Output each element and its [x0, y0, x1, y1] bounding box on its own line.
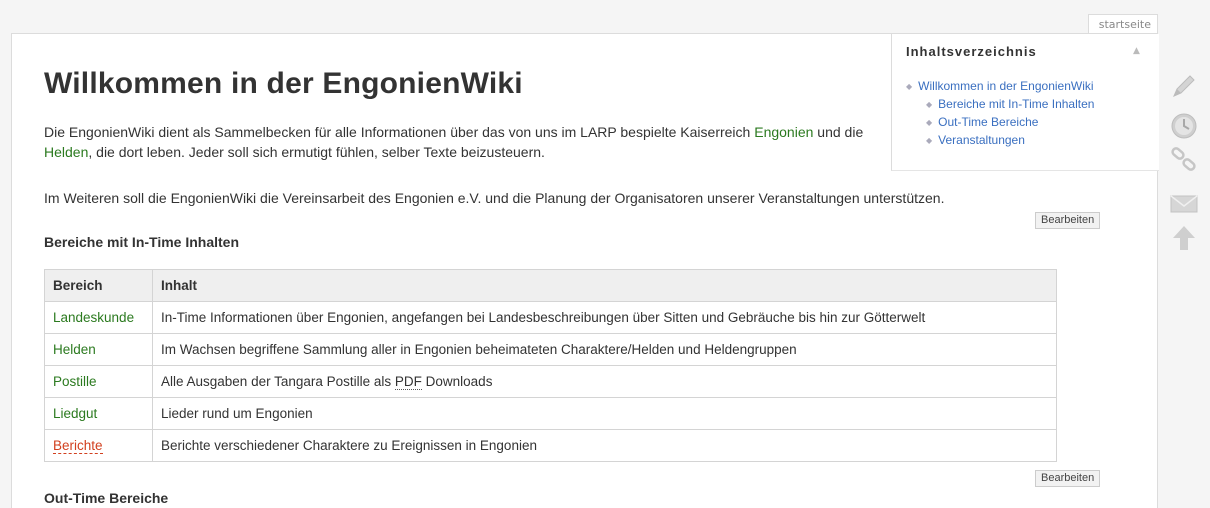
page-content: Inhaltsverzeichnis ▲ ◆ Willkommen in der … [11, 33, 1159, 508]
link-helden-table[interactable]: Helden [53, 342, 96, 357]
link-berichte[interactable]: Berichte [53, 438, 103, 454]
table-cell: Berichte verschiedener Charaktere zu Ere… [152, 429, 1057, 462]
table-of-contents: Inhaltsverzeichnis ▲ ◆ Willkommen in der … [891, 34, 1159, 171]
section-heading-out-time: Out-Time Bereiche [44, 490, 169, 506]
toc-toggle-icon[interactable]: ▲ [1133, 46, 1140, 56]
link-landeskunde[interactable]: Landeskunde [53, 310, 134, 325]
intro-paragraph-2: Im Weiteren soll die EngonienWiki die Ve… [44, 190, 945, 206]
table-row: Berichte Berichte verschiedener Charakte… [44, 429, 1057, 462]
link-helden[interactable]: Helden [44, 144, 88, 160]
bullet-icon: ◆ [926, 100, 933, 109]
edit-button-section1[interactable]: Bearbeiten [1035, 212, 1101, 229]
table-cell: Im Wachsen begriffene Sammlung aller in … [152, 333, 1057, 366]
toc-item-out-time[interactable]: ◆ Out-Time Bereiche [906, 114, 1094, 132]
link-liedgut[interactable]: Liedgut [53, 406, 97, 421]
table-cell: Lieder rund um Engonien [152, 397, 1057, 430]
arrow-up-icon[interactable] [1168, 222, 1200, 254]
toc-item-veranstaltungen[interactable]: ◆ Veranstaltungen [906, 132, 1094, 150]
bullet-icon: ◆ [926, 136, 933, 145]
bullet-icon: ◆ [906, 82, 913, 91]
page-title: Willkommen in der EngonienWiki [44, 67, 523, 100]
areas-table: Bereich Inhalt Landeskunde In-Time Infor… [44, 269, 1057, 462]
table-header-inhalt: Inhalt [152, 269, 1057, 302]
section-heading-in-time: Bereiche mit In-Time Inhalten [44, 234, 240, 250]
tab-startseite[interactable]: startseite [1088, 14, 1158, 34]
table-row: Landeskunde In-Time Informationen über E… [44, 301, 1057, 334]
intro-paragraph: Die EngonienWiki dient als Sammelbecken … [44, 124, 864, 160]
link-engonien[interactable]: Engonien [754, 124, 813, 140]
table-header-row: Bereich Inhalt [44, 269, 1057, 302]
table-row: Helden Im Wachsen begriffene Sammlung al… [44, 333, 1057, 366]
toc-item-willkommen[interactable]: ◆ Willkommen in der EngonienWiki [906, 78, 1094, 96]
toc-title: Inhaltsverzeichnis [906, 44, 1037, 59]
table-row: Postille Alle Ausgaben der Tangara Posti… [44, 365, 1057, 398]
toc-item-in-time[interactable]: ◆ Bereiche mit In-Time Inhalten [906, 96, 1094, 114]
toc-list: ◆ Willkommen in der EngonienWiki ◆ Bereich… [906, 78, 1094, 150]
edit-button-section2[interactable]: Bearbeiten [1035, 470, 1101, 487]
clock-icon[interactable] [1168, 110, 1200, 142]
abbr-pdf: PDF [394, 374, 422, 390]
pencil-icon[interactable] [1168, 70, 1200, 102]
table-cell: Alle Ausgaben der Tangara Postille als P… [152, 365, 1057, 398]
mail-icon[interactable] [1168, 188, 1200, 220]
table-row: Liedgut Lieder rund um Engonien [44, 397, 1057, 430]
link-postille[interactable]: Postille [53, 374, 97, 389]
table-header-bereich: Bereich [44, 269, 153, 302]
bullet-icon: ◆ [926, 118, 933, 127]
table-cell: In-Time Informationen über Engonien, ang… [152, 301, 1057, 334]
link-icon[interactable] [1168, 144, 1200, 176]
